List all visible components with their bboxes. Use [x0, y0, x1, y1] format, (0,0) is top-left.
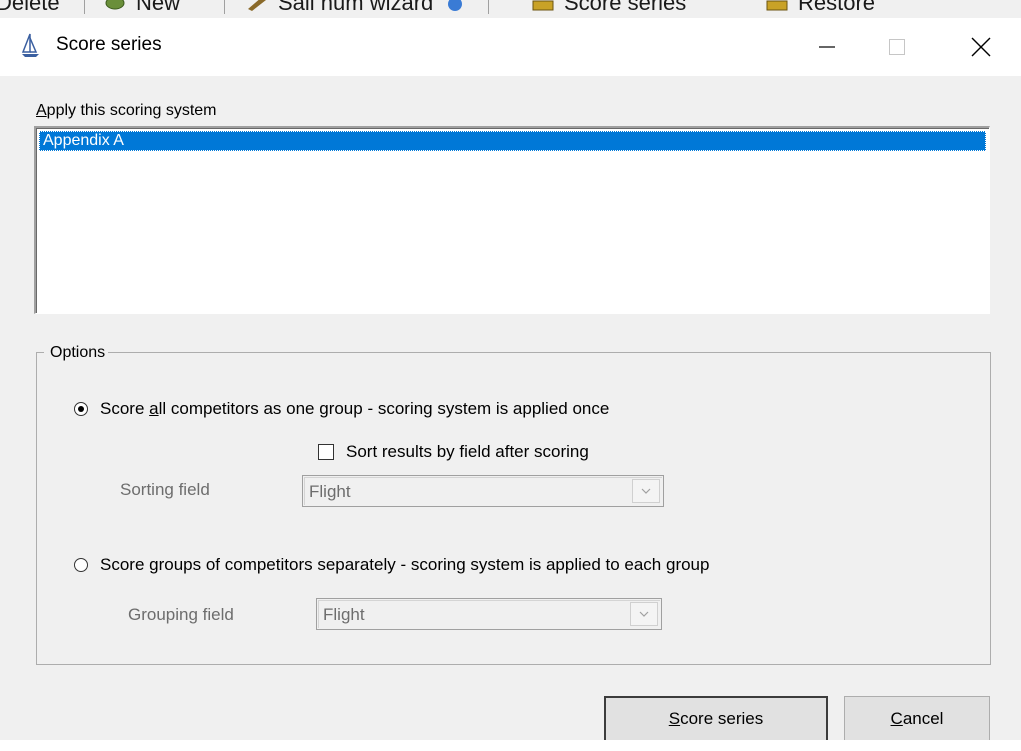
grouping-field-dropdown[interactable]: Flight [316, 598, 662, 630]
toolbar-wizard-button[interactable]: Sail num wizard [246, 0, 433, 18]
maximize-icon [889, 39, 905, 55]
chevron-down-icon [641, 488, 651, 494]
cancel-button-label: Cancel [891, 709, 944, 729]
separate-groups-radio-row[interactable]: Score groups of competitors separately -… [74, 555, 709, 575]
one-group-label-start: Score [100, 399, 150, 418]
score-button-text: core series [680, 709, 764, 728]
background-toolbar: Delete New Sail num wizard Score series … [0, 0, 1021, 19]
minimize-icon [819, 46, 835, 48]
one-group-label-accel: a [149, 399, 159, 418]
background-strip [0, 740, 1021, 751]
grouping-field-label: Grouping field [128, 605, 234, 624]
scoring-label-text: pply this scoring system [46, 102, 217, 119]
separate-groups-radio[interactable] [74, 558, 88, 572]
radio-selected-dot [78, 406, 84, 412]
sort-results-checkbox-row[interactable]: Sort results by field after scoring [318, 442, 589, 462]
score-series-button-label: Score series [669, 709, 763, 729]
sorting-field-value: Flight [309, 482, 351, 501]
score-series-button[interactable]: Score series [604, 696, 828, 742]
close-button[interactable] [942, 18, 1020, 76]
toolbar-separator [84, 0, 85, 14]
dialog-body: Apply this scoring system Appendix A Opt… [0, 76, 1021, 751]
scoring-system-list[interactable]: Appendix A [34, 126, 990, 314]
wizard-icon [248, 0, 266, 11]
maximize-button[interactable] [858, 18, 936, 76]
dialog-titlebar[interactable]: Score series [0, 18, 1021, 76]
globe-icon [448, 0, 462, 11]
toolbar-delete-label: Delete [0, 0, 60, 15]
cancel-button-accel: C [890, 709, 903, 728]
toolbar-restore-label: Restore [798, 0, 876, 15]
chevron-down-icon [639, 611, 649, 617]
options-legend: Options [44, 343, 109, 363]
minimize-button[interactable] [788, 18, 866, 76]
combo-frame [304, 477, 662, 505]
toolbar-restore-button[interactable]: Restore [766, 0, 875, 18]
new-icon [105, 0, 125, 10]
sorting-field-label: Sorting field [120, 480, 210, 499]
toolbar-new-label: New [136, 0, 181, 15]
restore-icon [766, 0, 788, 11]
combo-frame [318, 600, 660, 628]
yacht-icon [21, 33, 39, 57]
dialog-title: Score series [56, 34, 162, 55]
close-icon [971, 37, 991, 57]
toolbar-separator [224, 0, 225, 14]
toolbar-score-series-label: Score series [564, 0, 687, 15]
sorting-field-dropdown[interactable]: Flight [302, 475, 664, 507]
cancel-button-text: ancel [902, 709, 944, 728]
separate-groups-label: Score groups of competitors separately -… [100, 555, 710, 574]
scoring-system-label: Apply this scoring system [36, 102, 217, 120]
toolbar-separator [488, 0, 489, 14]
sort-results-label: Sort results by field after scoring [346, 442, 589, 461]
score-button-accel: S [668, 709, 681, 728]
cancel-button[interactable]: Cancel [844, 696, 990, 742]
one-group-label: Score all competitors as one group - sco… [100, 399, 609, 419]
list-item-appendix-a[interactable]: Appendix A [39, 131, 986, 151]
grouping-field-dropdown-button[interactable] [630, 602, 658, 626]
toolbar-new-button[interactable]: New [104, 0, 180, 18]
toolbar-delete-button[interactable]: Delete [0, 0, 60, 18]
toolbar-globe-button[interactable] [444, 0, 476, 18]
score-series-icon [532, 0, 554, 11]
grouping-field-value: Flight [323, 605, 365, 624]
app-window: Delete New Sail num wizard Score series … [0, 0, 1021, 751]
one-group-label-end: ll competitors as one group - scoring sy… [158, 399, 610, 418]
one-group-radio-row[interactable]: Score all competitors as one group - sco… [74, 399, 609, 419]
one-group-radio[interactable] [74, 402, 88, 416]
toolbar-score-series-button[interactable]: Score series [532, 0, 686, 18]
toolbar-wizard-label: Sail num wizard [278, 0, 434, 15]
sort-results-checkbox[interactable] [318, 444, 334, 460]
sorting-field-dropdown-button[interactable] [632, 479, 660, 503]
scoring-label-accelerator: A [36, 102, 47, 119]
